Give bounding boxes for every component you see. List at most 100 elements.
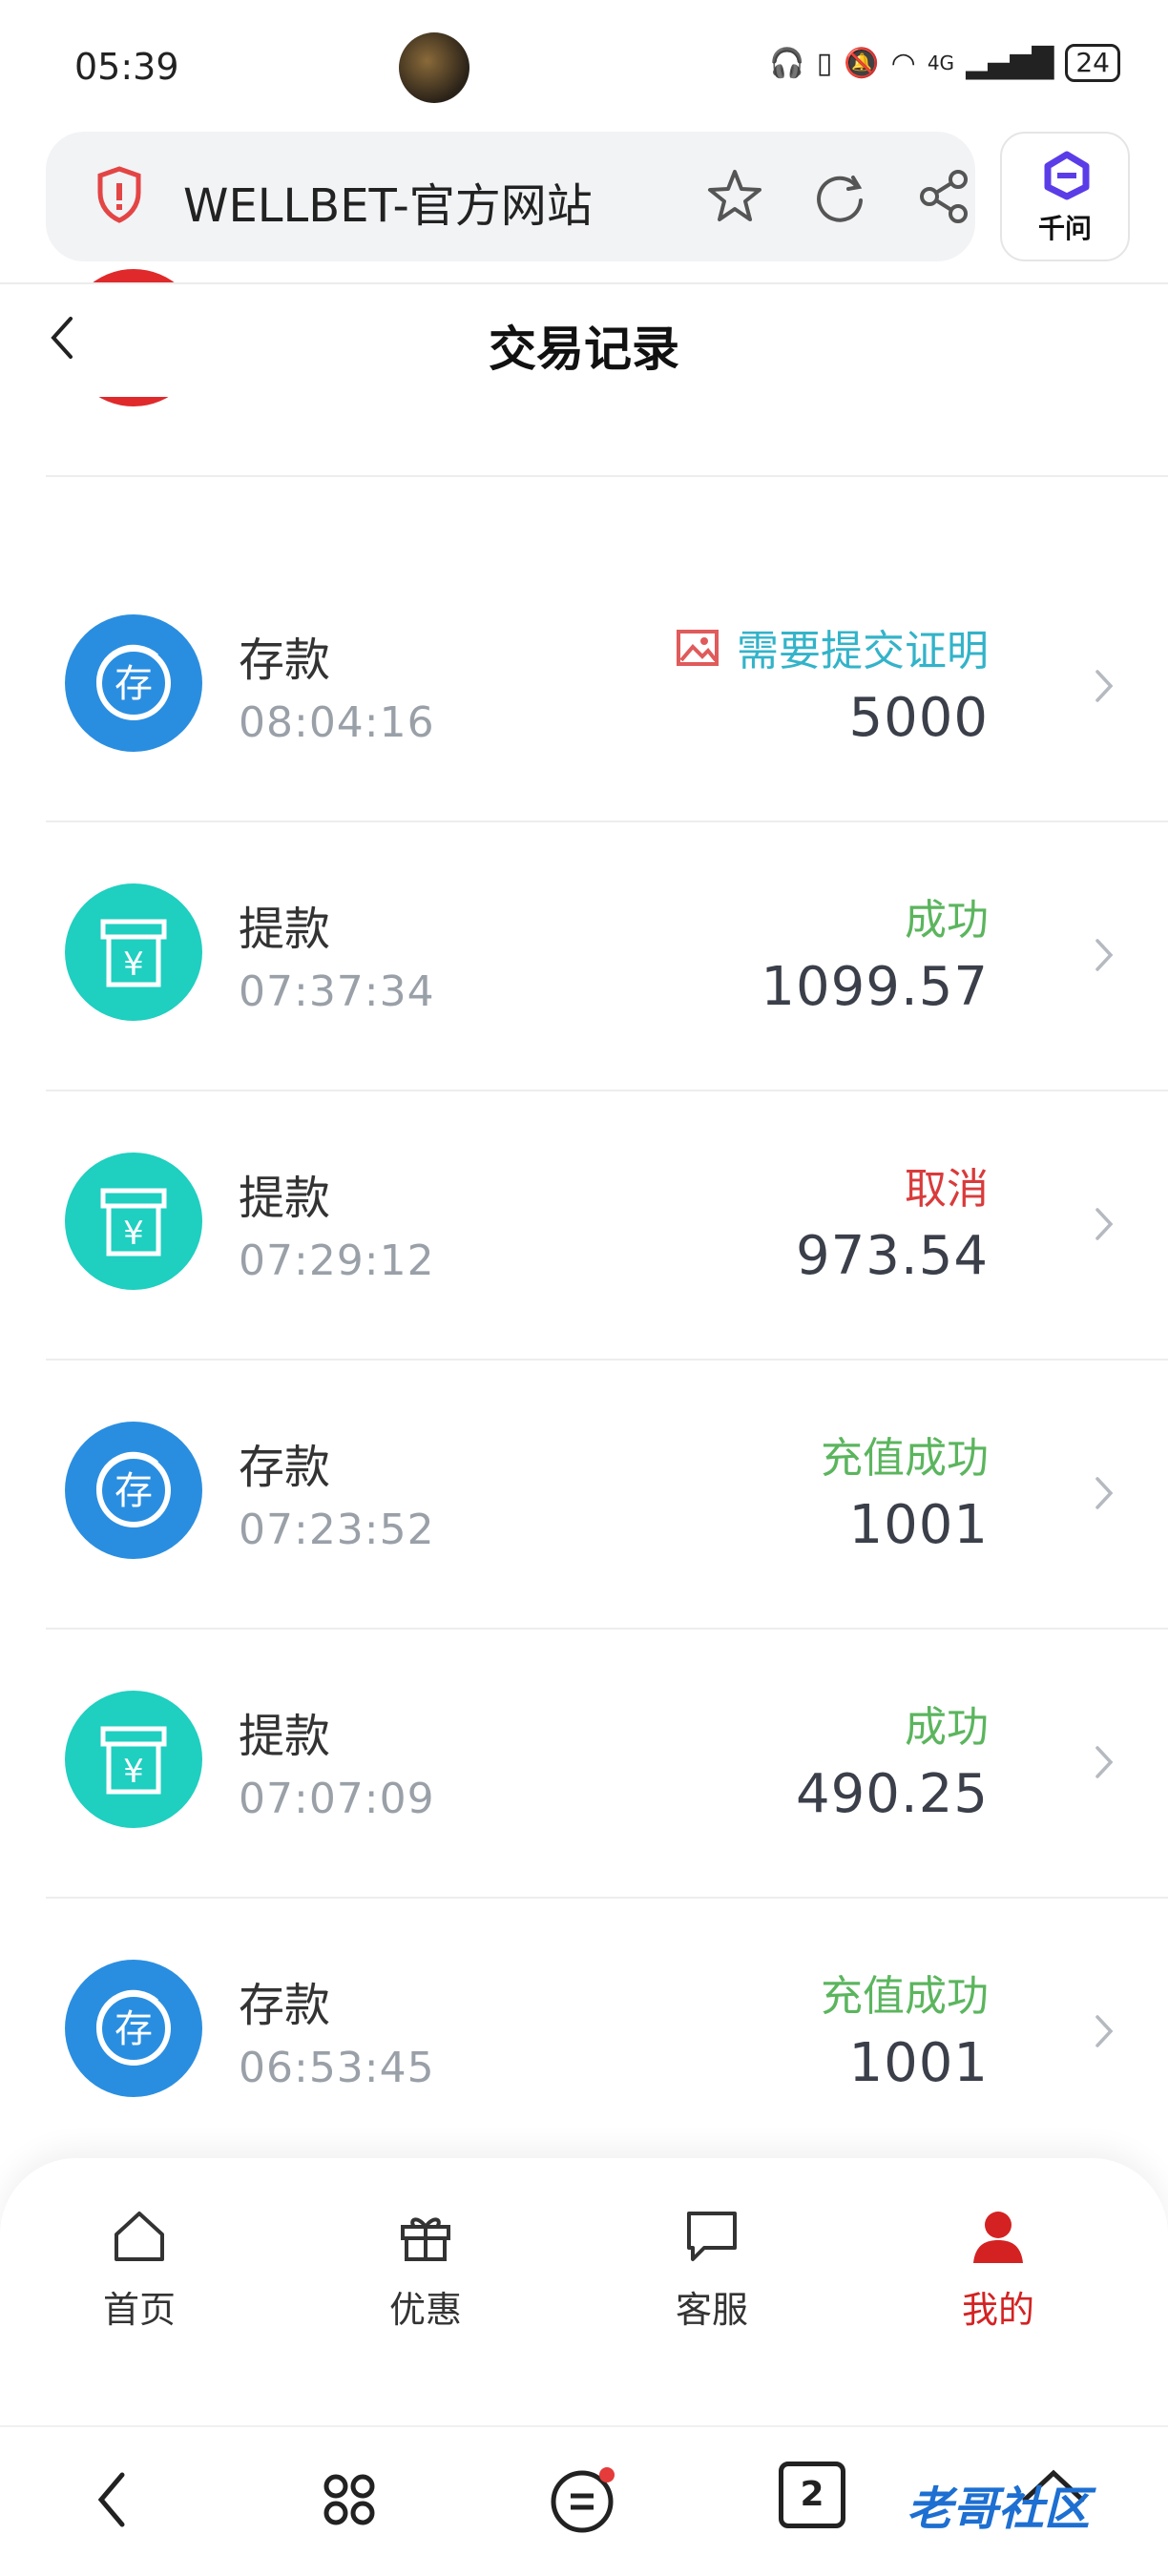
transaction-row[interactable]: ¥ 提款 07:07:09 成功 490.25: [46, 1630, 1168, 1899]
shield-icon: [97, 166, 141, 223]
qwen-logo-icon: [1044, 151, 1090, 200]
transaction-title: 存款: [239, 634, 331, 687]
svg-text:存: 存: [115, 662, 153, 706]
transaction-row[interactable]: 存 存款 08:04:16 需要提交证明 5000: [46, 553, 1168, 822]
transaction-time: 07:29:12: [239, 1236, 435, 1285]
watermark-text: 老哥社区: [907, 2483, 1091, 2536]
tab-mine[interactable]: 我的: [903, 2206, 1094, 2333]
transaction-row[interactable]: 存 存款 06:53:45 充值成功 1001: [46, 1899, 1168, 2147]
chevron-right-icon: [1095, 1208, 1114, 1240]
url-bar[interactable]: WELLBET-官方网站: [46, 132, 975, 261]
chevron-right-icon: [1095, 1477, 1114, 1509]
transaction-row[interactable]: ¥ 提款 07:37:34 成功 1099.57: [46, 822, 1168, 1091]
transaction-time: 07:07:09: [239, 1775, 435, 1823]
chevron-right-icon: [1095, 2015, 1114, 2047]
qwen-ai-button[interactable]: 千问: [1000, 132, 1130, 261]
star-icon[interactable]: [704, 166, 765, 227]
deposit-icon: 存: [65, 1422, 202, 1559]
chevron-right-icon: [1095, 670, 1114, 702]
tab-label-home: 首页: [102, 2289, 176, 2331]
transaction-status: 需要提交证明: [676, 616, 989, 677]
user-icon: [973, 2212, 1023, 2263]
withdraw-icon: ¥: [65, 1153, 202, 1290]
transaction-title: 存款: [239, 1979, 331, 2032]
transaction-status-text: 取消: [905, 1165, 989, 1214]
transaction-amount: 490.25: [796, 1763, 989, 1825]
qwen-label: 千问: [1037, 213, 1092, 244]
transaction-type-icon: ¥: [65, 1153, 202, 1290]
transaction-type-icon: 存: [65, 1422, 202, 1559]
deposit-icon: 存: [65, 614, 202, 752]
transaction-title: 提款: [239, 903, 331, 956]
transaction-row[interactable]: ¥ 提款 07:29:12 取消 973.54: [46, 1091, 1168, 1361]
refresh-icon[interactable]: [809, 166, 870, 227]
transaction-list[interactable]: $ 返水 16:37:26 成功 8.5 存 存款 08:04:16 需要提交证…: [0, 267, 1168, 2147]
bottom-tab-bar: 首页 优惠 客服 我的: [0, 2158, 1168, 2425]
transaction-time: 06:53:45: [239, 2044, 435, 2092]
svg-text:¥: ¥: [123, 1215, 144, 1253]
transaction-amount: 1099.57: [761, 956, 989, 1018]
transaction-status-text: 充值成功: [821, 1434, 989, 1483]
status-icons: 🎧 ▯ 🔕 ◠ 4G ▂▄▆█ 24: [769, 44, 1120, 82]
transaction-time: 07:23:52: [239, 1506, 435, 1554]
transaction-type-icon: 存: [65, 614, 202, 752]
tab-support[interactable]: 客服: [616, 2206, 807, 2333]
transaction-status-text: 需要提交证明: [737, 627, 989, 675]
transaction-status: 取消: [905, 1154, 989, 1215]
svg-text:存: 存: [115, 1469, 153, 1513]
withdraw-icon: ¥: [65, 1691, 202, 1828]
battery-indicator: 24: [1065, 44, 1120, 82]
home-icon: [115, 2212, 164, 2261]
transaction-status: 成功: [905, 885, 989, 946]
svg-text:存: 存: [115, 2007, 153, 2051]
url-text[interactable]: WELLBET-官方网站: [183, 168, 593, 235]
network-label: 4G: [927, 52, 955, 74]
chevron-right-icon: [1095, 1746, 1114, 1778]
status-time: 05:39: [74, 46, 179, 88]
transaction-status-text: 充值成功: [821, 1972, 989, 2021]
headphones-icon: 🎧: [769, 46, 805, 80]
transaction-title: 提款: [239, 1172, 331, 1225]
transaction-type-icon: ¥: [65, 1691, 202, 1828]
tab-promotions[interactable]: 优惠: [330, 2206, 521, 2333]
transaction-status: 充值成功: [821, 1423, 989, 1485]
transaction-time: 08:04:16: [239, 698, 435, 747]
chat-icon: [687, 2212, 737, 2261]
transaction-title: 提款: [239, 1710, 331, 1763]
wifi-icon: ◠: [890, 46, 916, 80]
transaction-status-text: 成功: [905, 1703, 989, 1752]
chevron-right-icon: [1095, 939, 1114, 971]
transaction-amount: 5000: [848, 687, 989, 749]
share-icon[interactable]: [914, 166, 975, 227]
transaction-amount: 973.54: [796, 1225, 989, 1287]
transaction-time: 07:37:34: [239, 967, 435, 1016]
transaction-type-icon: ¥: [65, 883, 202, 1021]
mute-icon: 🔕: [844, 46, 880, 80]
transaction-amount: 1001: [848, 2032, 989, 2094]
nav-apps-icon[interactable]: [311, 2462, 387, 2538]
transaction-title: 存款: [239, 1441, 331, 1494]
tab-label-promotions: 优惠: [388, 2289, 462, 2331]
transaction-type-icon: 存: [65, 1960, 202, 2097]
gift-icon: [401, 2217, 450, 2261]
nav-tabs-button[interactable]: 2: [779, 2462, 845, 2528]
transaction-row[interactable]: 存 存款 07:23:52 充值成功 1001: [46, 1361, 1168, 1630]
signal-icon: ▂▄▆█: [966, 46, 1054, 80]
nav-menu-icon[interactable]: [544, 2462, 620, 2538]
status-bar: 05:39 🎧 ▯ 🔕 ◠ 4G ▂▄▆█ 24: [0, 0, 1168, 124]
transaction-amount: 1001: [848, 1494, 989, 1556]
svg-text:¥: ¥: [123, 1753, 144, 1791]
tab-home[interactable]: 首页: [44, 2206, 235, 2333]
nav-back-icon[interactable]: [76, 2462, 153, 2538]
svg-text:¥: ¥: [123, 945, 144, 984]
deposit-icon: 存: [65, 1960, 202, 2097]
tab-label-support: 客服: [675, 2289, 748, 2331]
transaction-status-text: 成功: [905, 896, 989, 945]
transaction-status: 成功: [905, 1693, 989, 1754]
notification-avatar-icon: [399, 32, 469, 103]
withdraw-icon: ¥: [65, 883, 202, 1021]
tab-label-mine: 我的: [961, 2289, 1034, 2331]
vibrate-icon: ▯: [816, 46, 833, 80]
image-upload-icon: [677, 630, 719, 666]
page-title: 交易记录: [489, 322, 679, 377]
